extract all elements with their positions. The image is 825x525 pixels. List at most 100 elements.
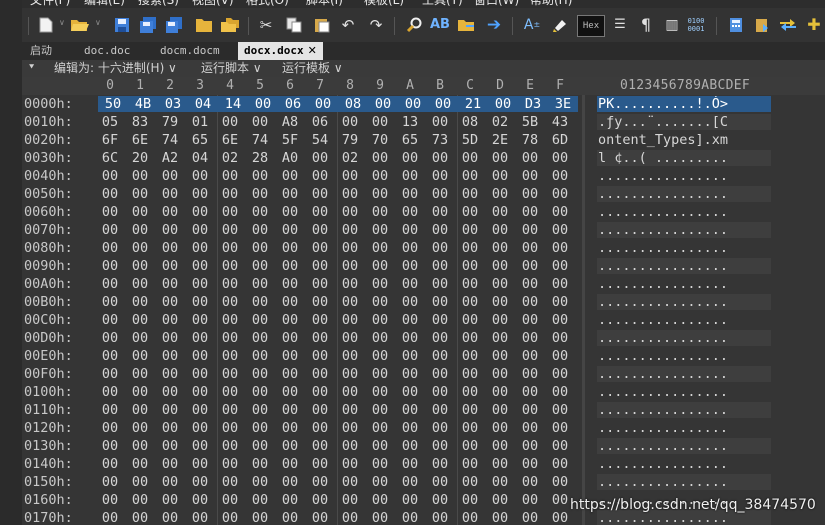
hex-byte[interactable]: 00 xyxy=(368,96,398,112)
binary-icon[interactable]: 0100 0001 xyxy=(686,15,706,35)
hex-byte[interactable]: 00 xyxy=(338,474,362,490)
hex-byte[interactable]: 00 xyxy=(278,384,302,400)
hex-byte[interactable]: 00 xyxy=(338,276,362,292)
hex-byte[interactable]: 00 xyxy=(98,330,122,346)
hex-byte[interactable]: 00 xyxy=(518,150,542,166)
hex-byte[interactable]: 00 xyxy=(158,402,182,418)
hex-byte[interactable]: 00 xyxy=(248,312,272,328)
chevron-down-icon[interactable]: ∨ xyxy=(59,18,65,27)
hex-byte[interactable]: 00 xyxy=(488,492,512,508)
hex-byte[interactable]: 00 xyxy=(488,330,512,346)
hex-byte[interactable]: 00 xyxy=(338,402,362,418)
hex-byte[interactable]: 00 xyxy=(218,240,242,256)
hex-byte[interactable]: 00 xyxy=(518,222,542,238)
hex-byte[interactable]: 00 xyxy=(338,114,362,130)
hex-byte[interactable]: 00 xyxy=(338,168,362,184)
hex-byte[interactable]: 00 xyxy=(308,348,332,364)
hex-byte[interactable]: 00 xyxy=(128,258,152,274)
hex-byte[interactable]: 00 xyxy=(458,348,482,364)
hex-byte[interactable]: 00 xyxy=(218,348,242,364)
hex-byte[interactable]: 00 xyxy=(548,366,572,382)
ascii-text[interactable]: ................ xyxy=(597,420,771,436)
menu-edit[interactable]: 编辑(E) xyxy=(84,0,125,8)
hex-byte[interactable]: 00 xyxy=(368,276,392,292)
hex-byte[interactable]: 00 xyxy=(518,510,542,525)
hex-byte[interactable]: 00 xyxy=(128,240,152,256)
hex-byte[interactable]: 00 xyxy=(398,492,422,508)
hex-byte[interactable]: 00 xyxy=(458,150,482,166)
hex-byte[interactable]: 00 xyxy=(218,366,242,382)
save-icon[interactable] xyxy=(112,15,132,35)
hex-byte[interactable]: 00 xyxy=(338,348,362,364)
hex-byte[interactable]: 00 xyxy=(188,294,212,310)
tab-docm[interactable]: docm.docm xyxy=(160,42,220,60)
hex-byte[interactable]: 00 xyxy=(158,330,182,346)
hex-byte[interactable]: 00 xyxy=(158,456,182,472)
hex-byte[interactable]: 6E xyxy=(128,132,152,148)
copy-icon[interactable] xyxy=(284,15,304,35)
hex-byte[interactable]: 00 xyxy=(248,420,272,436)
chevron-down-icon[interactable]: ∨ xyxy=(95,18,101,27)
hex-byte[interactable]: 00 xyxy=(128,366,152,382)
hex-byte[interactable]: 00 xyxy=(488,510,512,525)
hex-byte[interactable]: 00 xyxy=(338,330,362,346)
hex-byte[interactable]: 00 xyxy=(98,168,122,184)
hex-byte[interactable]: 04 xyxy=(188,96,218,112)
hex-byte[interactable]: 00 xyxy=(458,366,482,382)
hex-byte[interactable]: 00 xyxy=(158,420,182,436)
hex-byte[interactable]: 00 xyxy=(458,474,482,490)
hex-byte[interactable]: 00 xyxy=(398,276,422,292)
hex-byte[interactable]: 00 xyxy=(488,474,512,490)
hex-byte[interactable]: 79 xyxy=(338,132,362,148)
hex-byte[interactable]: 00 xyxy=(248,402,272,418)
menu-view[interactable]: 视图(V) xyxy=(192,0,234,8)
hex-byte[interactable]: 08 xyxy=(458,114,482,130)
hex-body[interactable]: 0000h: 50 4B 03 04 14 00 06 00 08 00 00 00 21 00 D3 3E PK… xyxy=(22,95,825,525)
ascii-text[interactable]: ................ xyxy=(597,186,771,202)
hex-byte[interactable]: 05 xyxy=(98,114,122,130)
hex-byte[interactable]: 00 xyxy=(158,186,182,202)
hex-byte[interactable]: 00 xyxy=(218,312,242,328)
hex-byte[interactable]: 00 xyxy=(428,150,452,166)
hex-byte[interactable]: 00 xyxy=(188,186,212,202)
hex-byte[interactable]: 00 xyxy=(488,312,512,328)
hex-byte[interactable]: 00 xyxy=(488,150,512,166)
hex-byte[interactable]: 00 xyxy=(488,168,512,184)
hex-byte[interactable]: 00 xyxy=(368,312,392,328)
hex-byte[interactable]: 00 xyxy=(428,510,452,525)
hex-byte[interactable]: 00 xyxy=(338,438,362,454)
ascii-text[interactable]: ontent_Types].xm xyxy=(597,132,771,148)
hex-byte[interactable]: 00 xyxy=(368,366,392,382)
new-file-icon[interactable] xyxy=(36,15,56,35)
hex-byte[interactable]: 00 xyxy=(158,294,182,310)
hex-byte[interactable]: 00 xyxy=(248,366,272,382)
ascii-text[interactable]: ................ xyxy=(597,456,771,472)
goto-icon[interactable]: ➔ xyxy=(484,15,504,35)
hex-byte[interactable]: 6D xyxy=(548,132,572,148)
hex-byte[interactable]: 00 xyxy=(458,168,482,184)
hex-byte[interactable]: 00 xyxy=(488,366,512,382)
hex-byte[interactable]: 00 xyxy=(518,384,542,400)
hex-byte[interactable]: 00 xyxy=(188,420,212,436)
hex-byte[interactable]: 00 xyxy=(218,204,242,220)
hex-byte[interactable]: 00 xyxy=(308,186,332,202)
pilcrow-icon[interactable]: ¶ xyxy=(636,15,656,35)
hex-byte[interactable]: 00 xyxy=(368,420,392,436)
hex-byte[interactable]: 00 xyxy=(488,402,512,418)
hex-byte[interactable]: 00 xyxy=(518,276,542,292)
hex-byte[interactable]: 00 xyxy=(368,258,392,274)
hex-byte[interactable]: 00 xyxy=(338,456,362,472)
hex-byte[interactable]: 00 xyxy=(98,384,122,400)
hex-mode-icon[interactable]: Hex xyxy=(577,15,605,37)
hex-byte[interactable]: 00 xyxy=(428,438,452,454)
hex-byte[interactable]: 00 xyxy=(248,204,272,220)
edit-as-dropdown[interactable]: 编辑为: 十六进制(H) ∨ xyxy=(54,60,177,77)
hex-byte[interactable]: 00 xyxy=(278,258,302,274)
hex-byte[interactable]: 00 xyxy=(488,294,512,310)
hex-byte[interactable]: 00 xyxy=(128,330,152,346)
hex-byte[interactable]: 00 xyxy=(518,474,542,490)
hex-byte[interactable]: 00 xyxy=(188,438,212,454)
hex-byte[interactable]: 00 xyxy=(368,438,392,454)
hex-byte[interactable]: 00 xyxy=(368,186,392,202)
hex-byte[interactable]: 00 xyxy=(158,510,182,525)
